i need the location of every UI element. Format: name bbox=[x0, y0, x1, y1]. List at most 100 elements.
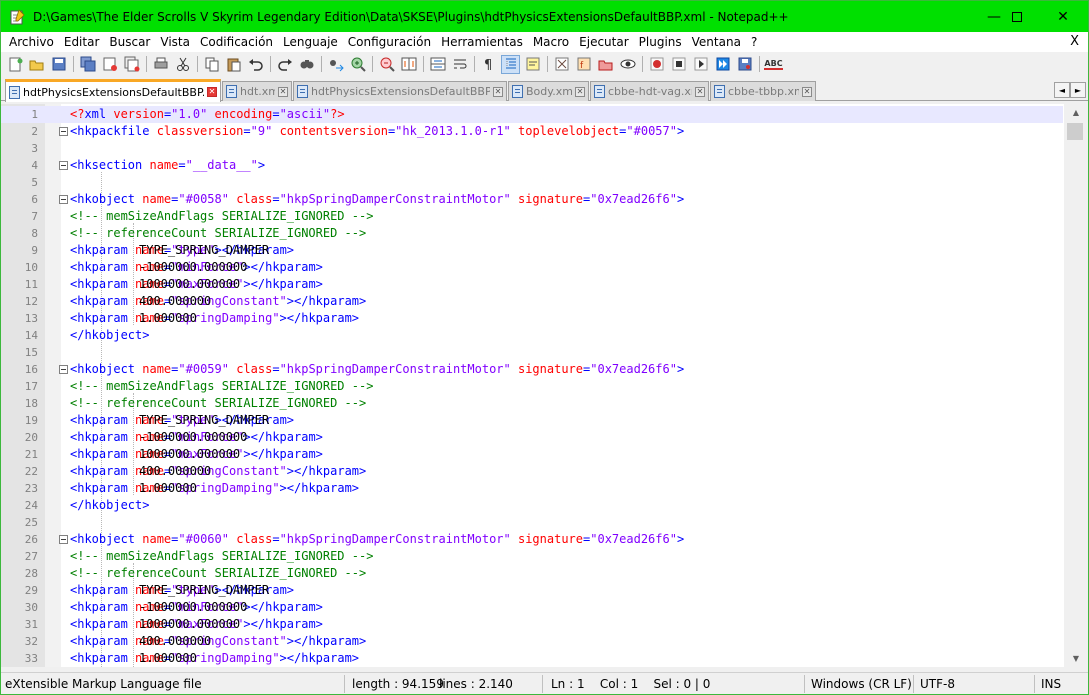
menu-editar[interactable]: Editar bbox=[59, 32, 105, 52]
code-line[interactable]: 13 <hkparam name="springDamping"> 1.00000… bbox=[1, 310, 1063, 327]
play-macro-button[interactable] bbox=[691, 55, 710, 74]
menu-configuracion[interactable]: Configuración bbox=[343, 32, 436, 52]
code-line[interactable]: 9 <hkparam name="type"> TYPE_SPRING_DAMPE… bbox=[1, 242, 1063, 259]
fold-toggle-icon[interactable] bbox=[59, 195, 68, 204]
code-line[interactable]: 6 <hkobject name="#0058" class="hkpSprin… bbox=[1, 191, 1063, 208]
menu-ventana[interactable]: Ventana bbox=[687, 32, 746, 52]
folder-workspace-button[interactable] bbox=[596, 55, 615, 74]
close-tab-icon[interactable]: ✕ bbox=[207, 87, 217, 97]
code-line[interactable]: 17 <!-- memSizeAndFlags SERIALIZE_IGNORE… bbox=[1, 378, 1063, 395]
code-line[interactable]: 27 <!-- memSizeAndFlags SERIALIZE_IGNORE… bbox=[1, 548, 1063, 565]
menu-macro[interactable]: Macro bbox=[528, 32, 574, 52]
doc-map-button[interactable] bbox=[552, 55, 571, 74]
code-line[interactable]: 33 <hkparam name="springDamping"> 1.00000… bbox=[1, 650, 1063, 667]
menu-help[interactable]: ? bbox=[746, 32, 762, 52]
scroll-up-arrow-icon[interactable]: ▲ bbox=[1064, 104, 1088, 121]
sync-vertical-button[interactable] bbox=[399, 55, 418, 74]
open-file-button[interactable] bbox=[27, 55, 46, 74]
close-tab-icon[interactable]: ✕ bbox=[695, 86, 705, 97]
copy-button[interactable] bbox=[202, 55, 221, 74]
code-line[interactable]: 4 <hksection name="__data__"> bbox=[1, 157, 1063, 174]
tab-body-xml[interactable]: Body.xml ✕ bbox=[508, 81, 589, 101]
close-tab-icon[interactable]: ✕ bbox=[575, 86, 585, 97]
code-line[interactable]: 7 <!-- memSizeAndFlags SERIALIZE_IGNORED… bbox=[1, 208, 1063, 225]
fold-toggle-icon[interactable] bbox=[59, 365, 68, 374]
function-list-button[interactable]: f bbox=[574, 55, 593, 74]
code-lines[interactable]: 1 <?xml version="1.0" encoding="ascii"?> 2… bbox=[1, 104, 1063, 667]
status-eol[interactable]: Windows (CR LF) bbox=[811, 677, 912, 691]
code-line[interactable]: 2 <hkpackfile classversion="9" contentsve… bbox=[1, 123, 1063, 140]
menu-ejecutar[interactable]: Ejecutar bbox=[574, 32, 634, 52]
spellcheck-button[interactable]: ABC bbox=[764, 55, 783, 74]
scroll-down-arrow-icon[interactable]: ▼ bbox=[1064, 650, 1088, 667]
record-macro-button[interactable] bbox=[647, 55, 666, 74]
tab-hdt-xml[interactable]: hdt.xml ✕ bbox=[222, 81, 292, 101]
close-all-button[interactable] bbox=[122, 55, 141, 74]
code-line[interactable]: 26 <hkobject name="#0060" class="hkpSpri… bbox=[1, 531, 1063, 548]
menu-herramientas[interactable]: Herramientas bbox=[436, 32, 528, 52]
save-all-button[interactable] bbox=[78, 55, 97, 74]
title-bar[interactable]: D:\Games\The Elder Scrolls V Skyrim Lege… bbox=[1, 1, 1088, 32]
tab-hdtphysicsextensionsdefaultbbp-active[interactable]: hdtPhysicsExtensionsDefaultBBP.xml ✕ bbox=[5, 79, 221, 102]
code-line[interactable]: 25 bbox=[1, 514, 1063, 531]
code-line[interactable]: 12 <hkparam name="springConstant"> 400.00… bbox=[1, 293, 1063, 310]
print-button[interactable] bbox=[151, 55, 170, 74]
code-line[interactable]: 3 bbox=[1, 140, 1063, 157]
sync-horizontal-button[interactable] bbox=[428, 55, 447, 74]
code-line[interactable]: 5 bbox=[1, 174, 1063, 191]
show-all-chars-button[interactable]: ¶ bbox=[479, 55, 498, 74]
code-line[interactable]: 28 <!-- referenceCount SERIALIZE_IGNORED… bbox=[1, 565, 1063, 582]
close-button[interactable] bbox=[100, 55, 119, 74]
monitoring-button[interactable] bbox=[618, 55, 637, 74]
fold-toggle-icon[interactable] bbox=[59, 535, 68, 544]
code-line[interactable]: 8 <!-- referenceCount SERIALIZE_IGNORED … bbox=[1, 225, 1063, 242]
tab-scroll-left-button[interactable]: ◄ bbox=[1054, 82, 1070, 98]
code-line[interactable]: 18 <!-- referenceCount SERIALIZE_IGNORED… bbox=[1, 395, 1063, 412]
code-line[interactable]: 16 <hkobject name="#0059" class="hkpSpri… bbox=[1, 361, 1063, 378]
tab-scroll-right-button[interactable]: ► bbox=[1070, 82, 1086, 98]
code-line[interactable]: 19 <hkparam name="type"> TYPE_SPRING_DAMP… bbox=[1, 412, 1063, 429]
code-line[interactable]: 29 <hkparam name="type"> TYPE_SPRING_DAMP… bbox=[1, 582, 1063, 599]
paste-button[interactable] bbox=[224, 55, 243, 74]
replace-button[interactable] bbox=[326, 55, 345, 74]
code-line[interactable]: 32 <hkparam name="springConstant"> 400.00… bbox=[1, 633, 1063, 650]
scrollbar-thumb[interactable] bbox=[1067, 123, 1083, 140]
stop-record-button[interactable] bbox=[669, 55, 688, 74]
zoom-in-button[interactable] bbox=[348, 55, 367, 74]
close-tab-icon[interactable]: ✕ bbox=[802, 86, 812, 97]
code-line[interactable]: 15 bbox=[1, 344, 1063, 361]
code-line[interactable]: 1 <?xml version="1.0" encoding="ascii"?> bbox=[1, 106, 1063, 123]
language-button[interactable] bbox=[523, 55, 542, 74]
code-line[interactable]: 11 <hkparam name="maxForce"> 1000000.0000… bbox=[1, 276, 1063, 293]
menu-codificacion[interactable]: Codificación bbox=[195, 32, 278, 52]
code-line[interactable]: 14 </hkobject> bbox=[1, 327, 1063, 344]
find-button[interactable] bbox=[297, 55, 316, 74]
code-line[interactable]: 30 <hkparam name="minForce"> -1000000.000… bbox=[1, 599, 1063, 616]
status-insert-mode[interactable]: INS bbox=[1041, 677, 1061, 691]
close-tab-icon[interactable]: ✕ bbox=[493, 86, 503, 97]
menu-vista[interactable]: Vista bbox=[155, 32, 195, 52]
menu-plugins[interactable]: Plugins bbox=[634, 32, 687, 52]
code-line[interactable]: 23 <hkparam name="springDamping"> 1.00000… bbox=[1, 480, 1063, 497]
tab-cbbe-hdt-vag-xml[interactable]: cbbe-hdt-vag.xml ✕ bbox=[590, 81, 709, 101]
tab-hdtphysicsextensionsdefaultbbp-2[interactable]: hdtPhysicsExtensionsDefaultBBP.xml ✕ bbox=[293, 81, 507, 101]
cut-button[interactable] bbox=[173, 55, 192, 74]
zoom-out-button[interactable] bbox=[377, 55, 396, 74]
word-wrap-button[interactable] bbox=[450, 55, 469, 74]
save-macro-button[interactable] bbox=[735, 55, 754, 74]
code-line[interactable]: 10 <hkparam name="minForce"> -1000000.000… bbox=[1, 259, 1063, 276]
menu-lenguaje[interactable]: Lenguaje bbox=[278, 32, 343, 52]
code-editor[interactable]: 1 <?xml version="1.0" encoding="ascii"?> 2… bbox=[1, 104, 1088, 667]
close-tab-icon[interactable]: ✕ bbox=[278, 86, 288, 97]
status-encoding[interactable]: UTF-8 bbox=[920, 677, 955, 691]
code-line[interactable]: 31 <hkparam name="maxForce"> 1000000.0000… bbox=[1, 616, 1063, 633]
close-window-button[interactable]: ✕ bbox=[1040, 1, 1086, 32]
new-file-button[interactable] bbox=[5, 55, 24, 74]
fold-toggle-icon[interactable] bbox=[59, 161, 68, 170]
menu-archivo[interactable]: Archivo bbox=[1, 32, 59, 52]
fold-toggle-icon[interactable] bbox=[59, 127, 68, 136]
undo-button[interactable] bbox=[246, 55, 265, 74]
tab-cbbe-tbbp-xml[interactable]: cbbe-tbbp.xml ✕ bbox=[710, 81, 816, 101]
close-document-button[interactable]: X bbox=[1070, 34, 1079, 49]
code-line[interactable]: 20 <hkparam name="minForce"> -1000000.000… bbox=[1, 429, 1063, 446]
